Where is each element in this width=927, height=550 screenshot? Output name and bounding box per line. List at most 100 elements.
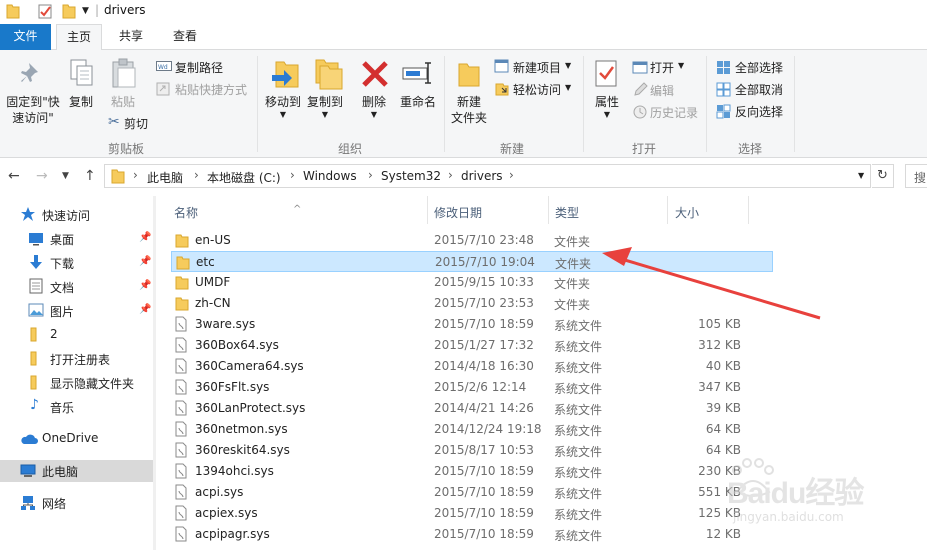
file-row[interactable]: 360FsFlt.sys 2015/2/6 12:14 系统文件 347 KB: [171, 377, 773, 398]
paste-shortcut-button[interactable]: 粘贴快捷方式: [175, 81, 247, 98]
nav-onedrive[interactable]: OneDrive: [0, 428, 153, 450]
nav-quick-access-label: 快速访问: [42, 209, 91, 223]
select-none-button[interactable]: 全部取消: [735, 81, 783, 98]
select-group-label: 选择: [737, 142, 762, 156]
recent-locations-icon[interactable]: ▼: [62, 171, 69, 181]
file-row[interactable]: 360LanProtect.sys 2014/4/21 14:26 系统文件 39 K…: [171, 398, 773, 419]
folder-row[interactable]: etc 2015/7/10 19:04 文件夹: [171, 251, 773, 272]
edit-button[interactable]: 编辑: [650, 82, 674, 99]
copy-button[interactable]: 复制: [62, 94, 100, 110]
nav-quick-access[interactable]: 快速访问: [0, 204, 153, 226]
new-folder-quick-icon[interactable]: [62, 3, 76, 22]
folder-row[interactable]: zh-CN 2015/7/10 23:53 文件夹: [171, 293, 773, 314]
nav-item-music[interactable]: ♪ 音乐: [0, 396, 153, 418]
nav-item-label: 音乐: [50, 401, 75, 415]
chevron-right-icon[interactable]: ›: [448, 168, 453, 182]
copy-path-button[interactable]: 复制路径: [175, 59, 223, 76]
folder-row[interactable]: UMDF 2015/9/15 10:33 文件夹: [171, 272, 773, 293]
tab-file[interactable]: 文件: [0, 24, 51, 50]
move-to-button[interactable]: 移动到 ▼: [261, 94, 305, 120]
pin-to-quick-access-button[interactable]: 固定到"快 速访问": [2, 94, 64, 126]
column-header-type[interactable]: 类型: [549, 196, 667, 224]
breadcrumb-drivers[interactable]: drivers: [461, 169, 503, 183]
nav-scrollbar[interactable]: [153, 196, 156, 550]
column-divider[interactable]: [748, 196, 749, 224]
address-dropdown-icon[interactable]: ▼: [858, 171, 864, 180]
cut-button[interactable]: 剪切: [124, 115, 148, 132]
history-button[interactable]: 历史记录: [650, 104, 698, 121]
file-row[interactable]: acpipagr.sys 2015/7/10 18:59 系统文件 12 KB: [171, 524, 773, 545]
select-all-button[interactable]: 全部选择: [735, 59, 783, 76]
paste-shortcut-icon: [156, 82, 170, 99]
open-icon: [632, 60, 648, 77]
chevron-right-icon[interactable]: ›: [133, 168, 138, 182]
nav-item-downloads[interactable]: 下载 📌: [0, 252, 153, 274]
easy-access-button[interactable]: 轻松访问: [513, 81, 561, 98]
invert-selection-button[interactable]: 反向选择: [735, 103, 783, 120]
breadcrumb-this-pc[interactable]: 此电脑: [147, 169, 183, 186]
delete-button[interactable]: 删除 ▼: [354, 94, 394, 120]
file-row[interactable]: acpi.sys 2015/7/10 18:59 系统文件 551 KB: [171, 482, 773, 503]
nav-item-show-hidden-folders[interactable]: 显示隐藏文件夹: [0, 372, 153, 394]
breadcrumb-windows[interactable]: Windows: [303, 169, 357, 183]
file-row[interactable]: 3ware.sys 2015/7/10 18:59 系统文件 105 KB: [171, 314, 773, 335]
rename-button[interactable]: 重命名: [396, 94, 440, 110]
tab-share[interactable]: 共享: [108, 24, 154, 51]
up-icon[interactable]: ↑: [84, 168, 96, 184]
new-folder-label-line2: 文件夹: [450, 111, 487, 125]
chevron-right-icon[interactable]: ›: [290, 168, 295, 182]
file-row[interactable]: 360netmon.sys 2014/12/24 19:18 系统文件 64 KB: [171, 419, 773, 440]
new-item-button[interactable]: 新建项目: [513, 59, 561, 76]
paste-button[interactable]: 粘贴: [104, 94, 142, 110]
file-row[interactable]: acpiex.sys 2015/7/10 18:59 系统文件 125 KB: [171, 503, 773, 524]
file-row[interactable]: 1394ohci.sys 2015/7/10 18:59 系统文件 230 KB: [171, 461, 773, 482]
forward-icon[interactable]: →: [36, 168, 48, 184]
file-row[interactable]: 360Camera64.sys 2014/4/18 16:30 系统文件 40 KB: [171, 356, 773, 377]
new-folder-button[interactable]: 新建 文件夹: [446, 94, 492, 126]
back-icon[interactable]: ←: [8, 168, 20, 184]
properties-button[interactable]: 属性 ▼: [588, 94, 626, 120]
new-folder-icon: [457, 60, 481, 91]
search-input[interactable]: 搜: [905, 164, 927, 188]
pin-icon[interactable]: 📌: [139, 304, 151, 315]
column-header-date[interactable]: 修改日期: [428, 196, 548, 224]
column-header-name[interactable]: ^ 名称: [157, 196, 427, 224]
nav-network-label: 网络: [42, 497, 67, 511]
nav-item-pictures[interactable]: 图片 📌: [0, 300, 153, 322]
file-row[interactable]: 360Box64.sys 2015/1/27 17:32 系统文件 312 KB: [171, 335, 773, 356]
address-bar[interactable]: › 此电脑 › 本地磁盘 (C:) › Windows › System32 ›…: [104, 164, 871, 188]
system-file-icon: [175, 316, 187, 335]
breadcrumb-system32[interactable]: System32: [381, 169, 441, 183]
file-type: 文件夹: [554, 298, 591, 312]
chevron-right-icon[interactable]: ›: [368, 168, 373, 182]
pin-icon[interactable]: 📌: [139, 232, 151, 243]
chevron-right-icon[interactable]: ›: [194, 168, 199, 182]
copy-to-button[interactable]: 复制到 ▼: [303, 94, 347, 120]
properties-quick-icon[interactable]: [38, 3, 53, 22]
move-to-icon: [270, 58, 302, 93]
breadcrumb-local-disk[interactable]: 本地磁盘 (C:): [207, 169, 281, 186]
picture-icon: [28, 303, 44, 320]
column-header-size[interactable]: 大小: [668, 196, 748, 224]
chevron-down-icon: ▼: [370, 110, 378, 119]
pin-icon[interactable]: 📌: [139, 280, 151, 291]
chevron-right-icon[interactable]: ›: [509, 168, 514, 182]
system-file-icon: [175, 526, 187, 545]
refresh-icon[interactable]: ↻: [872, 164, 894, 188]
nav-item-label: 下载: [50, 257, 75, 271]
tab-home[interactable]: 主页: [56, 24, 102, 51]
nav-item-folder-2[interactable]: 2: [0, 324, 153, 346]
file-date: 2015/7/10 23:53: [434, 296, 534, 310]
open-button[interactable]: 打开: [650, 59, 674, 76]
nav-item-documents[interactable]: 文档 📌: [0, 276, 153, 298]
nav-this-pc[interactable]: 此电脑: [0, 460, 153, 482]
tab-view[interactable]: 查看: [162, 24, 208, 51]
nav-network[interactable]: 网络: [0, 492, 153, 514]
pin-icon[interactable]: 📌: [139, 256, 151, 267]
quick-access-star-icon: [20, 206, 36, 225]
customize-quick-access-icon[interactable]: ▼: [82, 6, 89, 16]
folder-row[interactable]: en-US 2015/7/10 23:48 文件夹: [171, 230, 773, 251]
nav-item-desktop[interactable]: 桌面 📌: [0, 228, 153, 250]
file-row[interactable]: 360reskit64.sys 2015/8/17 10:53 系统文件 64 KB: [171, 440, 773, 461]
nav-item-open-registry[interactable]: 打开注册表: [0, 348, 153, 370]
